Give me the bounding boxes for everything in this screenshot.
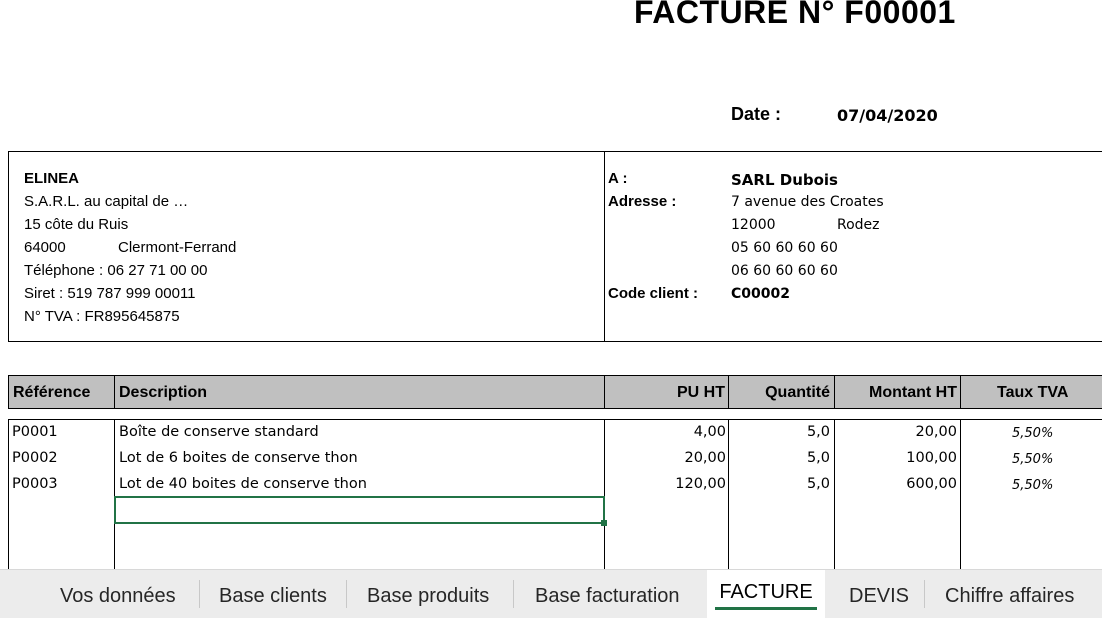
row-2-description[interactable]: Lot de 6 boites de conserve thon: [119, 450, 358, 466]
column-divider: [728, 420, 729, 580]
header-quantite[interactable]: Quantité: [733, 376, 830, 408]
date-label: Date :: [731, 104, 782, 124]
row-2-quantite[interactable]: 5,0: [733, 450, 830, 466]
row-3-pu-ht[interactable]: 120,00: [609, 476, 726, 492]
header-reference[interactable]: Référence: [13, 376, 90, 408]
client-phone-1[interactable]: 05 60 60 60 60: [731, 240, 838, 256]
row-3-description[interactable]: Lot de 40 boites de conserve thon: [119, 476, 367, 492]
tab-chiffre-affaires[interactable]: Chiffre affaires: [945, 570, 1074, 618]
row-1-pu-ht[interactable]: 4,00: [609, 424, 726, 440]
seller-postcode[interactable]: 64000: [24, 239, 66, 256]
client-postcode[interactable]: 12000: [731, 217, 776, 233]
row-2-pu-ht[interactable]: 20,00: [609, 450, 726, 466]
column-divider: [834, 420, 835, 580]
tab-separator: [199, 580, 200, 608]
header-divider: [114, 376, 115, 408]
client-city[interactable]: Rodez: [837, 217, 880, 233]
header-divider: [604, 376, 605, 408]
seller-name[interactable]: ELINEA: [24, 170, 79, 187]
sheet-tab-bar: Vos données Base clients Base produits B…: [0, 569, 1102, 618]
seller-siret[interactable]: Siret : 519 787 999 00011: [24, 285, 196, 302]
tab-base-produits[interactable]: Base produits: [367, 570, 489, 618]
row-1-quantite[interactable]: 5,0: [733, 424, 830, 440]
seller-phone[interactable]: Téléphone : 06 27 71 00 00: [24, 262, 208, 279]
tab-separator: [346, 580, 347, 608]
invoice-title: FACTURE N° F00001: [0, 0, 1102, 38]
client-to-label: A :: [608, 170, 628, 187]
tab-devis[interactable]: DEVIS: [849, 570, 909, 618]
row-2-montant-ht[interactable]: 100,00: [839, 450, 957, 466]
header-pu-ht[interactable]: PU HT: [609, 376, 725, 408]
row-1-description[interactable]: Boîte de conserve standard: [119, 424, 319, 440]
header-taux-tva[interactable]: Taux TVA: [997, 376, 1068, 408]
tab-separator: [924, 580, 925, 608]
row-2-reference[interactable]: P0002: [12, 450, 58, 466]
row-1-reference[interactable]: P0001: [12, 424, 58, 440]
tab-base-clients[interactable]: Base clients: [219, 570, 327, 618]
tab-base-facturation[interactable]: Base facturation: [535, 570, 680, 618]
client-name[interactable]: SARL Dubois: [731, 171, 838, 189]
tab-facture[interactable]: FACTURE: [707, 570, 825, 618]
seller-legal[interactable]: S.A.R.L. au capital de …: [24, 193, 188, 210]
active-cell-selection[interactable]: [114, 496, 605, 524]
row-1-montant-ht[interactable]: 20,00: [839, 424, 957, 440]
row-1-taux-tva[interactable]: 5,50%: [1012, 426, 1053, 441]
tab-separator: [513, 580, 514, 608]
header-description[interactable]: Description: [119, 376, 207, 408]
client-address-label: Adresse :: [608, 193, 677, 210]
header-divider: [834, 376, 835, 408]
row-2-taux-tva[interactable]: 5,50%: [1012, 452, 1053, 467]
seller-tva[interactable]: N° TVA : FR895645875: [24, 308, 180, 325]
client-phone-2[interactable]: 06 60 60 60 60: [731, 263, 838, 279]
seller-city[interactable]: Clermont-Ferrand: [118, 239, 236, 256]
address-box-divider: [604, 151, 605, 342]
fill-handle[interactable]: [601, 520, 607, 526]
row-3-montant-ht[interactable]: 600,00: [839, 476, 957, 492]
row-3-taux-tva[interactable]: 5,50%: [1012, 478, 1053, 493]
row-3-quantite[interactable]: 5,0: [733, 476, 830, 492]
header-divider: [960, 376, 961, 408]
header-divider: [728, 376, 729, 408]
date-value[interactable]: 07/04/2020: [837, 106, 938, 125]
invoice-title-text: FACTURE N° F00001: [634, 0, 956, 30]
active-tab-indicator: [715, 607, 817, 610]
header-montant-ht[interactable]: Montant HT: [839, 376, 957, 408]
client-code-label: Code client :: [608, 285, 699, 302]
row-3-reference[interactable]: P0003: [12, 476, 58, 492]
client-street[interactable]: 7 avenue des Croates: [731, 194, 884, 210]
client-code[interactable]: C00002: [731, 286, 790, 302]
column-divider: [960, 420, 961, 580]
tab-facture-label: FACTURE: [719, 581, 813, 603]
seller-street[interactable]: 15 côte du Ruis: [24, 216, 128, 233]
items-table-header: Référence Description PU HT Quantité Mon…: [8, 375, 1102, 409]
tab-vos-donnees[interactable]: Vos données: [60, 570, 176, 618]
